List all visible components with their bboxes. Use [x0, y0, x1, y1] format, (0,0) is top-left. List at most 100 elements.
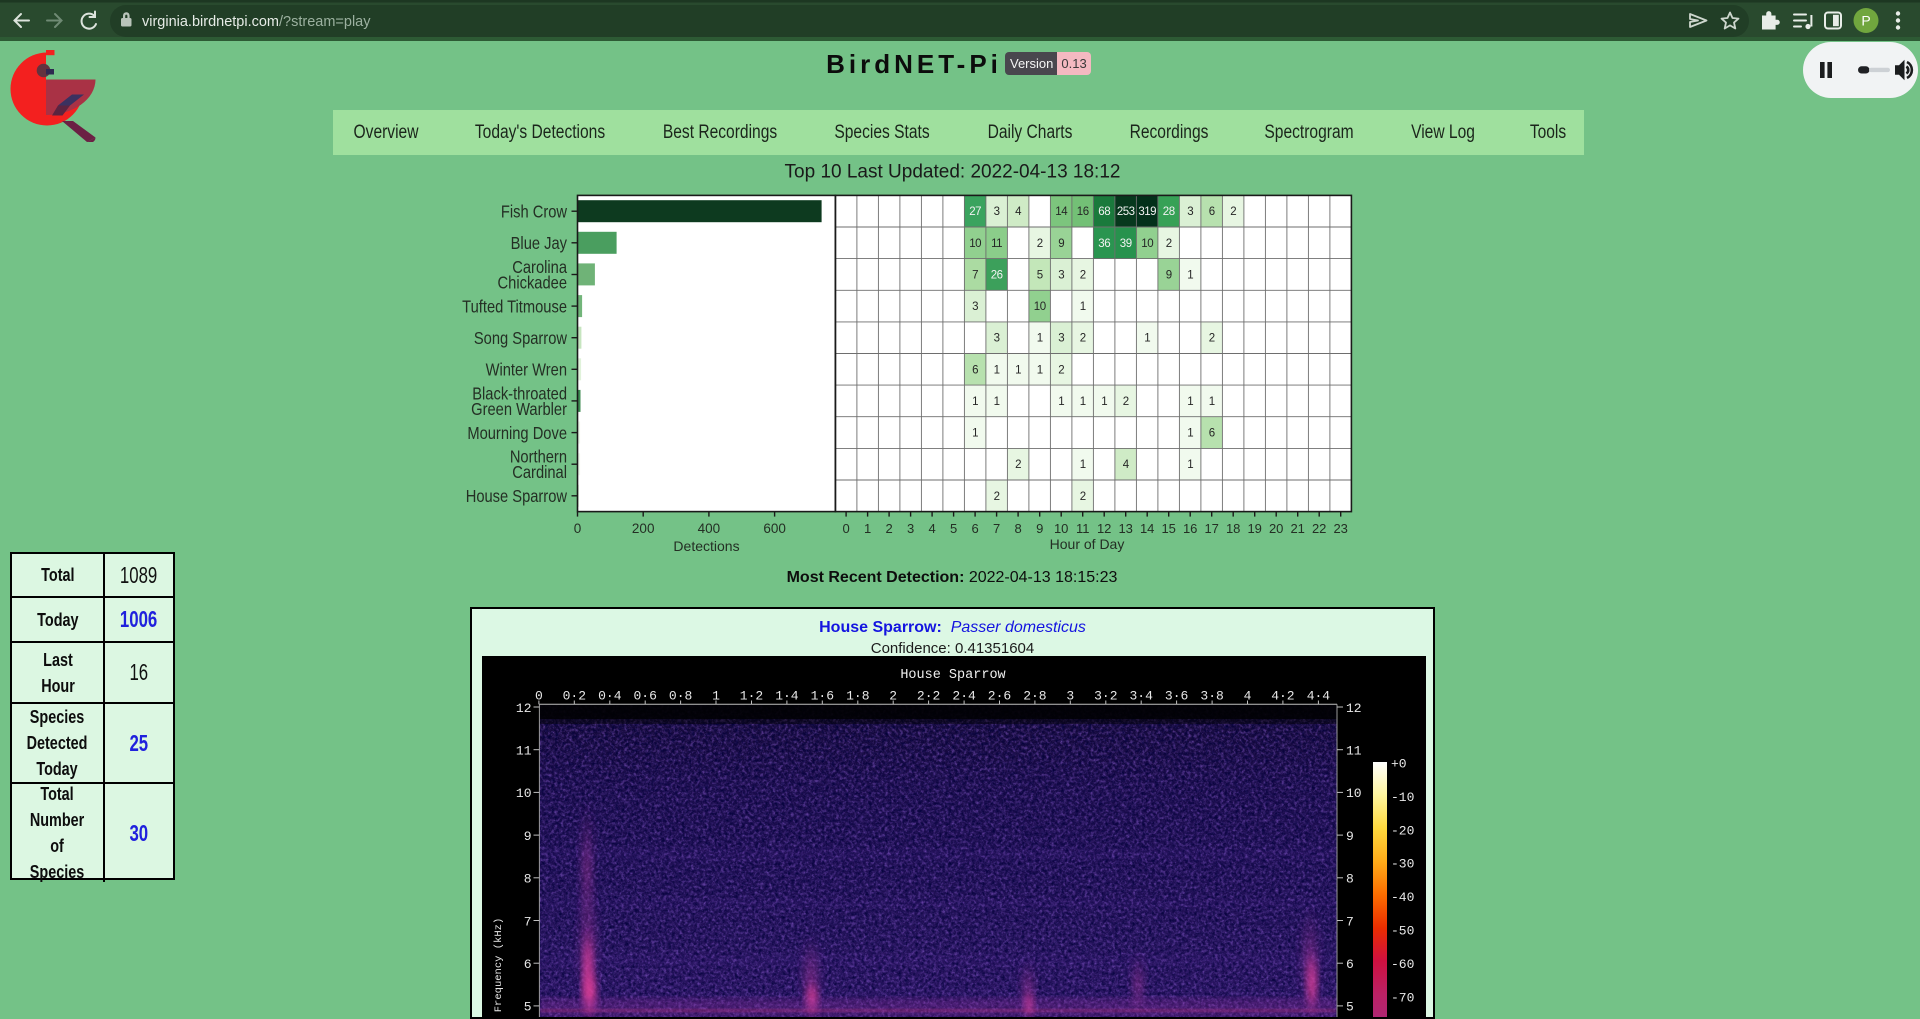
svg-text:-60: -60 [1391, 957, 1414, 972]
svg-text:14: 14 [1140, 521, 1154, 536]
svg-text:10: 10 [969, 238, 981, 250]
svg-text:319: 319 [1138, 206, 1156, 218]
svg-text:3: 3 [1187, 206, 1193, 218]
svg-text:5: 5 [950, 521, 957, 536]
svg-text:2·4: 2·4 [952, 689, 976, 704]
svg-text:1: 1 [994, 396, 1000, 408]
svg-text:1: 1 [994, 364, 1000, 376]
svg-text:11: 11 [1076, 521, 1090, 536]
svg-text:19: 19 [1247, 521, 1261, 536]
svg-text:Fish Crow: Fish Crow [501, 202, 567, 221]
svg-text:7: 7 [1346, 914, 1354, 929]
svg-text:10: 10 [1141, 238, 1153, 250]
svg-text:9: 9 [1036, 521, 1043, 536]
svg-text:15: 15 [1161, 521, 1175, 536]
svg-text:1·8: 1·8 [846, 689, 869, 704]
svg-text:1·6: 1·6 [811, 689, 834, 704]
svg-text:2: 2 [889, 689, 897, 704]
svg-text:200: 200 [632, 521, 655, 536]
svg-text:2: 2 [1080, 491, 1086, 503]
svg-text:12: 12 [1346, 701, 1362, 716]
svg-text:12: 12 [1097, 521, 1111, 536]
svg-text:1: 1 [1015, 364, 1021, 376]
svg-text:3: 3 [972, 301, 978, 313]
svg-text:8: 8 [524, 872, 532, 887]
svg-text:0: 0 [842, 521, 849, 536]
svg-text:0: 0 [535, 689, 543, 704]
svg-text:1·4: 1·4 [775, 689, 799, 704]
svg-text:8: 8 [1014, 521, 1021, 536]
svg-text:14: 14 [1055, 206, 1068, 218]
svg-text:7: 7 [972, 270, 978, 282]
svg-text:400: 400 [698, 521, 721, 536]
svg-text:1: 1 [1080, 301, 1086, 313]
svg-text:22: 22 [1312, 521, 1326, 536]
svg-text:4·4: 4·4 [1307, 689, 1331, 704]
svg-text:16: 16 [1077, 206, 1089, 218]
svg-text:2·2: 2·2 [917, 689, 940, 704]
svg-text:10: 10 [1346, 786, 1362, 801]
svg-text:3: 3 [1058, 333, 1064, 345]
svg-text:Detections: Detections [673, 538, 739, 554]
svg-text:Mourning Dove: Mourning Dove [467, 424, 567, 443]
svg-text:1·2: 1·2 [740, 689, 763, 704]
svg-text:253: 253 [1117, 206, 1135, 218]
svg-text:2: 2 [1123, 396, 1129, 408]
svg-text:-10: -10 [1391, 790, 1414, 805]
svg-text:2: 2 [1209, 333, 1215, 345]
svg-text:House Sparrow: House Sparrow [466, 487, 568, 506]
svg-text:4·2: 4·2 [1271, 689, 1294, 704]
svg-text:11: 11 [991, 238, 1002, 250]
svg-text:12: 12 [516, 701, 532, 716]
svg-text:2·8: 2·8 [1023, 689, 1046, 704]
svg-text:10: 10 [516, 786, 532, 801]
svg-text:2: 2 [1037, 238, 1043, 250]
svg-text:1: 1 [712, 689, 720, 704]
svg-text:3·6: 3·6 [1165, 689, 1188, 704]
svg-text:4: 4 [1244, 689, 1252, 704]
svg-text:-30: -30 [1391, 857, 1414, 872]
svg-text:3·2: 3·2 [1094, 689, 1117, 704]
svg-text:5: 5 [1346, 1000, 1354, 1015]
svg-text:Tufted Titmouse: Tufted Titmouse [462, 297, 567, 316]
svg-text:Song Sparrow: Song Sparrow [474, 329, 567, 348]
svg-text:P: P [1861, 13, 1870, 29]
svg-text:23: 23 [1333, 521, 1347, 536]
svg-text:Hour of Day: Hour of Day [1050, 536, 1125, 552]
svg-text:68: 68 [1098, 206, 1110, 218]
svg-text:1: 1 [1187, 270, 1193, 282]
svg-text:Winter Wren: Winter Wren [486, 360, 567, 379]
svg-text:Cardinal: Cardinal [512, 463, 567, 482]
svg-text:1: 1 [1187, 428, 1193, 440]
svg-text:0: 0 [574, 521, 582, 536]
svg-text:11: 11 [516, 744, 532, 759]
svg-text:36: 36 [1098, 238, 1110, 250]
svg-text:Frequency (kHz): Frequency (kHz) [493, 918, 505, 1013]
svg-text:1: 1 [1080, 459, 1086, 471]
svg-text:39: 39 [1120, 238, 1132, 250]
svg-text:8: 8 [1346, 872, 1354, 887]
svg-text:2·6: 2·6 [988, 689, 1011, 704]
svg-text:7: 7 [524, 914, 532, 929]
svg-text:27: 27 [969, 206, 981, 218]
svg-text:9: 9 [1346, 829, 1354, 844]
svg-text:-40: -40 [1391, 890, 1414, 905]
svg-text:9: 9 [524, 829, 532, 844]
svg-text:2: 2 [1058, 364, 1064, 376]
svg-text:2: 2 [1080, 333, 1086, 345]
svg-text:2: 2 [1080, 270, 1086, 282]
svg-text:13: 13 [1118, 521, 1132, 536]
svg-text:-70: -70 [1391, 990, 1414, 1005]
svg-text:0·4: 0·4 [598, 689, 622, 704]
svg-text:5: 5 [524, 1000, 532, 1015]
svg-text:16: 16 [1183, 521, 1197, 536]
svg-text:0·6: 0·6 [633, 689, 656, 704]
svg-text:9: 9 [1058, 238, 1064, 250]
svg-text:2: 2 [1230, 206, 1236, 218]
svg-text:10: 10 [1054, 521, 1068, 536]
svg-text:Chickadee: Chickadee [498, 273, 567, 292]
svg-text:0·8: 0·8 [669, 689, 692, 704]
svg-text:3: 3 [1058, 270, 1064, 282]
svg-text:3·8: 3·8 [1200, 689, 1223, 704]
svg-text:2: 2 [885, 521, 892, 536]
